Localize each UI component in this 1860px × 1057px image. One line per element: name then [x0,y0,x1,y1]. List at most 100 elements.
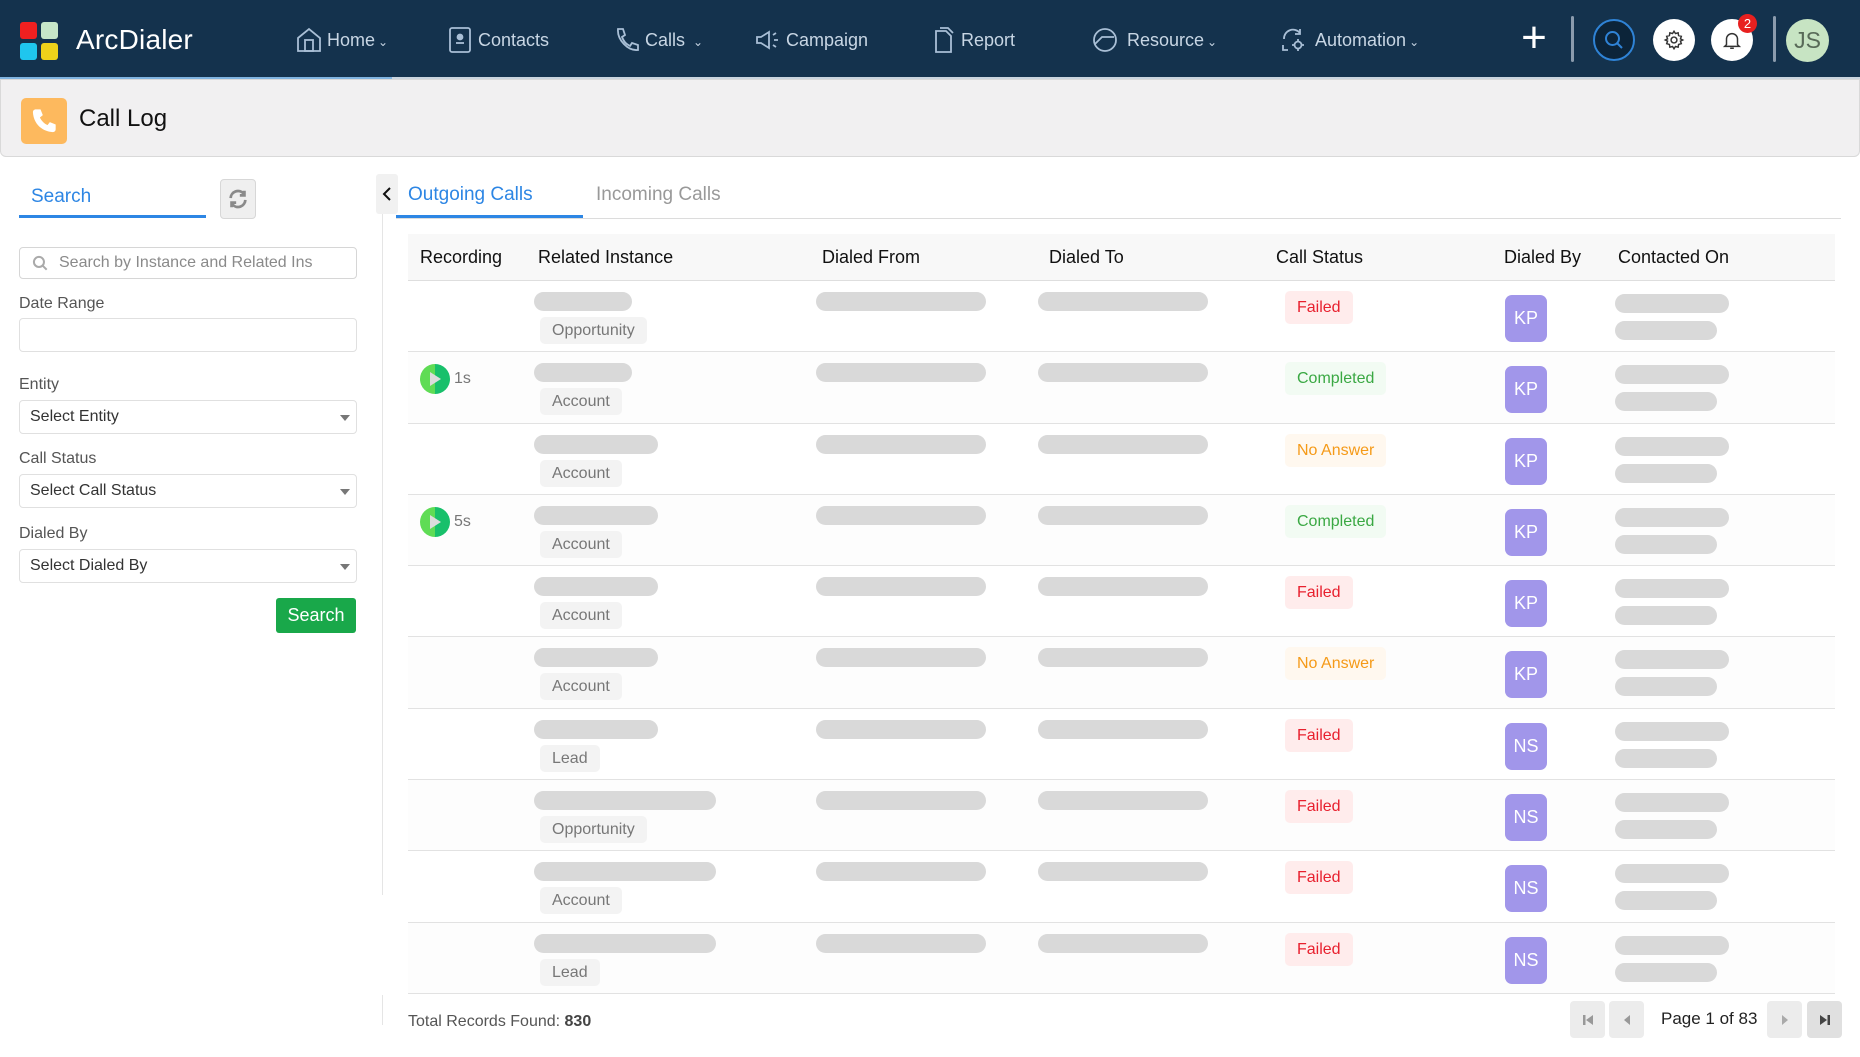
table-row[interactable]: Lead Failed NS [408,922,1835,994]
call-status-badge: Failed [1285,576,1353,610]
dialed-from-placeholder [816,292,986,311]
refresh-button[interactable] [220,179,256,219]
dialed-by-avatar[interactable]: NS [1505,865,1547,913]
nav-automation-label: Automation [1315,29,1407,50]
dialed-from-placeholder [816,648,986,668]
recording-player[interactable]: 1s [420,364,471,395]
call-status-badge: Failed [1285,861,1353,895]
entity-tag: Account [540,459,622,487]
related-instance-name-placeholder [534,577,658,597]
related-instance-name-placeholder [534,862,716,882]
page-indicator: Page 1 of 83 [1661,1009,1758,1028]
dialed-to-placeholder [1038,577,1208,597]
contacted-on-date-placeholder [1615,650,1729,670]
dialed-by-select[interactable]: Select Dialed By [19,549,357,583]
column-header-dialed-by[interactable]: Dialed By [1504,247,1581,268]
related-instance-name-placeholder [534,434,658,454]
filter-search-tab[interactable]: Search [19,180,206,218]
call-status-badge: Failed [1285,291,1353,324]
dialed-by-select-value: Select Dialed By [30,557,148,574]
dialed-by-avatar[interactable]: KP [1505,437,1547,485]
search-icon [32,255,48,270]
dialed-to-placeholder [1038,862,1208,882]
table-row[interactable]: 1s Account Completed KP [408,352,1835,424]
add-icon[interactable]: + [1516,16,1552,60]
column-header-related-instance[interactable]: Related Instance [538,247,673,268]
call-status-label: Call Status [19,450,97,467]
nav-contacts[interactable]: Contacts [445,22,549,58]
user-avatar[interactable]: JS [1786,19,1829,62]
settings-button[interactable] [1653,19,1695,61]
column-header-dialed-to[interactable]: Dialed To [1049,247,1124,268]
brand-name[interactable]: ArcDialer [76,24,193,56]
dialed-by-avatar[interactable]: KP [1505,366,1547,414]
nav-home-label: Home [327,29,376,50]
entity-tag: Account [540,673,622,701]
instance-search-input[interactable] [59,254,349,272]
dialed-from-placeholder [816,577,986,597]
nav-home[interactable]: Home ⌄ [294,22,388,58]
nav-divider [1773,16,1776,62]
play-icon[interactable] [420,506,450,537]
column-header-contacted-on[interactable]: Contacted On [1618,247,1729,268]
contacted-on-date-placeholder [1615,294,1729,313]
first-page-button[interactable] [1570,1001,1605,1038]
table-row[interactable]: Account No Answer KP [408,637,1835,709]
dialed-from-placeholder [816,933,986,953]
global-search-button[interactable] [1593,19,1635,61]
top-navbar: ArcDialer Home ⌄ Contacts Calls ⌄ Campai… [0,0,1860,79]
call-status-badge: Completed [1285,362,1387,396]
table-body: Opportunity Failed KP 1s Account Completed KP A… [408,281,1835,994]
date-range-input[interactable] [19,318,357,352]
dialed-by-avatar[interactable]: KP [1505,580,1547,628]
tab-incoming-calls[interactable]: Incoming Calls [596,184,721,206]
app-logo[interactable] [20,22,60,62]
table-row[interactable]: Account No Answer KP [408,423,1835,495]
contacted-on-time-placeholder [1615,463,1717,483]
dialed-to-placeholder [1038,719,1208,739]
nav-report[interactable]: Report [928,22,1015,58]
nav-resource[interactable]: Resource ⌄ [1090,22,1217,58]
contacted-on-date-placeholder [1615,507,1729,527]
nav-automation[interactable]: Automation ⌄ [1278,22,1419,58]
call-status-badge: Failed [1285,932,1353,966]
table-row[interactable]: Opportunity Failed NS [408,780,1835,852]
table-row[interactable]: 5s Account Completed KP [408,494,1835,567]
contacted-on-time-placeholder [1615,820,1717,840]
table-row[interactable]: Lead Failed NS [408,708,1835,781]
column-header-dialed-from[interactable]: Dialed From [822,247,920,268]
next-page-button[interactable] [1767,1001,1802,1038]
entity-tag: Account [540,887,622,915]
dialed-from-placeholder [816,862,986,882]
dialed-by-avatar[interactable]: NS [1505,936,1547,984]
dialed-from-placeholder [816,505,986,525]
dialed-by-avatar[interactable]: NS [1505,722,1547,770]
previous-page-button[interactable] [1609,1001,1644,1038]
table-row[interactable]: Account Failed NS [408,851,1835,923]
logo-square-red [20,22,37,39]
dialed-by-avatar[interactable]: KP [1505,651,1547,699]
search-icon [1605,31,1623,49]
panel-divider [382,200,383,895]
entity-tag: Opportunity [540,317,647,344]
call-status-select[interactable]: Select Call Status [19,474,357,508]
entity-select[interactable]: Select Entity [19,400,357,434]
recording-player[interactable]: 5s [420,506,471,537]
column-header-recording[interactable]: Recording [420,247,502,268]
collapse-panel-button[interactable] [376,174,398,214]
column-header-call-status[interactable]: Call Status [1276,247,1363,268]
tab-outgoing-calls[interactable]: Outgoing Calls [408,184,533,206]
dialed-by-avatar[interactable]: KP [1505,508,1547,556]
table-row[interactable]: Opportunity Failed KP [408,281,1835,353]
nav-calls[interactable]: Calls ⌄ [612,22,703,58]
dialed-by-label: Dialed By [19,525,88,542]
table-row[interactable]: Account Failed KP [408,566,1835,638]
refresh-icon [229,189,247,209]
last-page-button[interactable] [1807,1001,1842,1038]
dialed-by-avatar[interactable]: NS [1505,794,1547,842]
play-icon[interactable] [420,364,450,395]
search-button[interactable]: Search [276,598,356,633]
nav-divider [1571,16,1574,62]
dialed-by-avatar[interactable]: KP [1505,295,1547,342]
nav-campaign[interactable]: Campaign [753,22,868,58]
